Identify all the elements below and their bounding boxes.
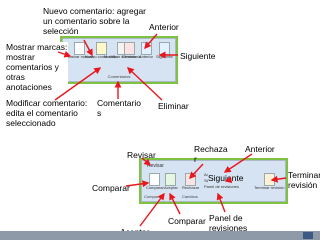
previous-top-callout: Anterior <box>149 22 179 32</box>
new-comment-callout-line1: Nuevo comentario: agregar <box>43 6 147 16</box>
show-markup-callout-line4: otras <box>6 72 25 82</box>
show-markup-callout-line5: anotaciones <box>6 82 52 92</box>
reject-button[interactable]: Rechazar <box>182 173 199 191</box>
page-indicator <box>303 232 313 239</box>
end-review-callout-line2: revisión <box>288 180 318 190</box>
reject-callout: Rechaza r <box>194 144 228 164</box>
compare-bottom-callout: Comparar <box>168 216 206 226</box>
compare-group-label: Comparar <box>144 194 162 199</box>
changes-group-label: Cambios <box>182 194 198 199</box>
comments-callout: Comentario s <box>97 98 141 118</box>
next-comment-button[interactable]: Siguiente <box>156 42 173 60</box>
show-markup-callout-line2: mostrar <box>6 52 35 62</box>
new-comment-callout-line2: un comentario sobre la <box>43 16 130 26</box>
end-review-label: Terminar revisión <box>254 185 285 190</box>
end-review-button[interactable]: Terminar revisión <box>254 173 284 191</box>
next-top-callout: Siguiente <box>180 51 216 61</box>
next-label: Siguiente <box>156 54 173 59</box>
show-markup-callout: Mostrar marcas: mostrar comentarios y ot… <box>6 42 68 92</box>
comments-ribbon: Mostrar marcas Nuevo comentario Modifica… <box>60 36 178 84</box>
review-callout: Revisar <box>127 150 156 160</box>
comments-callout-line1: Comentario <box>97 98 141 108</box>
reject-callout-line1: Rechaza <box>194 144 228 154</box>
comments-callout-line2: s <box>97 108 102 118</box>
delete-comment-button[interactable]: Eliminar <box>122 42 136 60</box>
slide-footer-bar <box>0 231 320 240</box>
new-comment-callout-line3: selección <box>43 26 79 36</box>
next-bottom-callout: Siguiente <box>208 173 244 183</box>
delete-label: Eliminar <box>122 54 137 59</box>
previous-comment-button[interactable]: Anterior <box>139 42 153 60</box>
edit-comment-callout-line2: edita el comentario <box>6 108 78 118</box>
menu-reviewing-pane[interactable]: Panel de revisiones <box>204 184 239 190</box>
reviewing-pane-callout: Panel de revisiones <box>209 213 247 233</box>
reject-label: Rechazar <box>182 185 200 190</box>
edit-comment-callout-line3: seleccionado <box>6 118 56 128</box>
compare-button[interactable]: Comparar <box>146 173 164 191</box>
comments-group-label: Comentarios <box>107 74 131 79</box>
edit-comment-callout: Modificar comentario: edita el comentari… <box>6 98 87 128</box>
show-markup-callout-line3: comentarios y <box>6 62 59 72</box>
delete-callout: Eliminar <box>158 101 189 111</box>
previous-label: Anterior <box>139 54 154 59</box>
accept-label: Aceptar <box>164 185 178 190</box>
edit-comment-callout-line1: Modificar comentario: <box>6 98 88 108</box>
reject-callout-line2: r <box>194 154 197 164</box>
new-comment-callout: Nuevo comentario: agregar un comentario … <box>43 6 146 36</box>
show-markup-callout-line1: Mostrar marcas: <box>6 42 68 52</box>
reviewing-pane-callout-line1: Panel de <box>209 213 243 223</box>
tab-review[interactable]: Revisar <box>147 164 164 169</box>
end-review-callout-line1: Terminar <box>288 170 320 180</box>
compare-left-callout: Comparar <box>92 183 130 193</box>
end-review-callout: Terminar revisión <box>288 170 320 190</box>
compare-label: Comparar <box>146 185 164 190</box>
accept-button[interactable]: Aceptar <box>164 173 178 191</box>
previous-bottom-callout: Anterior <box>245 144 275 154</box>
